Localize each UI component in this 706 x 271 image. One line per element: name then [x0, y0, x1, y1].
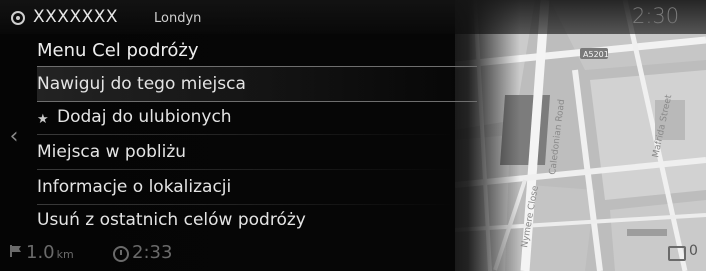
destination-pin-icon [11, 11, 25, 25]
menu-item-remove-recent[interactable]: Usuń z ostatnich celów podróży [37, 203, 477, 237]
destination-city: Londyn [154, 11, 202, 26]
menu-item-label: Miejsca w pobliżu [37, 142, 187, 162]
menu-item-label: Nawiguj do tego miejsca [37, 74, 246, 94]
clock: 2:30 [632, 4, 680, 28]
menu-item-navigate[interactable]: Nawiguj do tego miejsca [37, 66, 477, 102]
trip-info-bar [0, 237, 706, 271]
clock-icon [113, 246, 129, 262]
star-add-icon: ★ [37, 112, 49, 127]
back-chevron-icon[interactable]: ‹ [6, 124, 22, 150]
menu-item-nearby[interactable]: Miejsca w pobliżu [37, 135, 477, 169]
navigation-screen: A5201 Caledonian Road Nymere Close Mafri… [0, 0, 706, 271]
message-icon[interactable] [668, 246, 686, 261]
menu-item-location-info[interactable]: Informacje o lokalizacji [37, 170, 477, 204]
menu-title: Menu Cel podróży [37, 40, 199, 61]
flag-icon [10, 245, 21, 257]
message-count: 0 [689, 243, 698, 259]
map-scale-bar [627, 229, 667, 236]
menu-item-label: Informacje o lokalizacji [37, 177, 232, 197]
distance-remaining: 1.0 km [26, 242, 74, 263]
menu-item-label: Dodaj do ulubionych [57, 107, 232, 127]
menu-item-label: Usuń z ostatnich celów podróży [37, 210, 306, 230]
arrival-time: 2:33 [132, 242, 173, 263]
destination-name: XXXXXXX [33, 7, 119, 27]
road-badge: A5201 [583, 50, 609, 59]
menu-item-add-favorite[interactable]: ★ Dodaj do ulubionych [37, 100, 477, 134]
